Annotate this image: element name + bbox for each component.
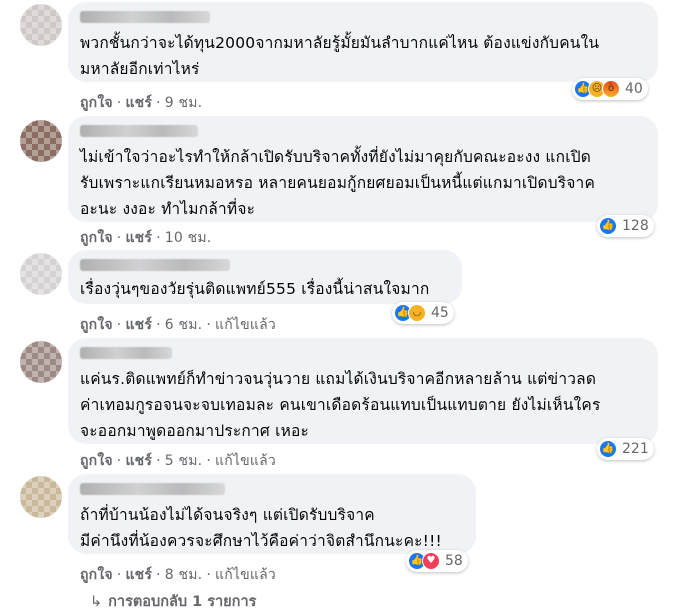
comment-line: จะออกมาพูดออกมาประกาศ เหอะ (80, 422, 310, 440)
view-replies-link[interactable]: ↳ การตอบกลับ 1 รายการ (90, 590, 256, 613)
love-icon: ♥ (422, 552, 440, 570)
reaction-count: 221 (622, 441, 649, 457)
comment-bubble: พวกชั้นกว่าจะได้ทุน2000จากมหาลัยรู้มั้ยม… (68, 2, 658, 82)
like-link[interactable]: ถูกใจ (80, 317, 113, 333)
comment-bubble: ถ้าที่บ้านน้องไม่ได้จนจริงๆ แต่เปิดรับบร… (68, 474, 476, 554)
reaction-summary[interactable]: 👍 128 (597, 215, 654, 237)
comment-line: ไม่เข้าใจว่าอะไรทำให้กล้าเปิดรับบริจาคทั… (80, 148, 592, 166)
share-link[interactable]: แชร์ (125, 317, 152, 333)
avatar[interactable] (20, 4, 62, 46)
author-name-redacted[interactable] (80, 125, 198, 137)
comment-line: อะนะ งงอะ ทำไมกล้าที่จะ (80, 200, 256, 218)
share-link[interactable]: แชร์ (125, 453, 152, 469)
comment-bubble: แค่นร.ติดแพทย์ก็ทำข่าวจนวุ่นวาย แถมได้เง… (68, 338, 658, 444)
avatar[interactable] (20, 476, 62, 518)
reaction-summary[interactable]: 👍 ☹ ò 40 (572, 78, 648, 100)
like-link[interactable]: ถูกใจ (80, 567, 113, 583)
comment-line: รับเพราะแกเรียนหมอหรอ หลายคนยอมกู้กยศยอม… (80, 174, 596, 192)
comment-line: ค่าเทอมกูรอจนจะจบเทอมละ คนเขาเดือดร้อนแท… (80, 396, 601, 414)
reaction-summary[interactable]: 👍 ◡ 45 (392, 302, 454, 324)
edited-label[interactable]: แก้ไขแล้ว (215, 567, 276, 583)
separator-dot: · (116, 95, 122, 111)
edited-label[interactable]: แก้ไขแล้ว (215, 453, 276, 469)
separator-dot: · (206, 317, 211, 333)
separator-dot: · (156, 453, 161, 469)
like-link[interactable]: ถูกใจ (80, 453, 113, 469)
edited-label[interactable]: แก้ไขแล้ว (215, 317, 276, 333)
timestamp[interactable]: 10 ชม. (165, 230, 212, 246)
comment-line: แค่นร.ติดแพทย์ก็ทำข่าวจนวุ่นวาย แถมได้เง… (80, 370, 597, 388)
comment-line: มหาลัยอีกเท่าไหร่ (80, 60, 200, 78)
comment-text: เรื่องวุ่นๆของวัยรุ่นติดแพทย์555 เรื่องน… (80, 276, 450, 302)
reaction-count: 45 (431, 305, 449, 321)
reaction-count: 58 (445, 553, 463, 569)
author-name-redacted[interactable] (80, 347, 172, 359)
separator-dot: · (116, 453, 122, 469)
reaction-count: 128 (622, 218, 649, 234)
share-link[interactable]: แชร์ (125, 567, 152, 583)
comment-actions: ถูกใจ · แชร์ · 10 ชม. (80, 227, 211, 249)
separator-dot: · (156, 95, 161, 111)
share-link[interactable]: แชร์ (125, 95, 152, 111)
like-link[interactable]: ถูกใจ (80, 230, 113, 246)
separator-dot: · (206, 567, 211, 583)
view-replies-label: การตอบกลับ 1 รายการ (108, 594, 257, 610)
separator-dot: · (116, 317, 122, 333)
like-icon: 👍 (599, 217, 617, 235)
separator-dot: · (156, 317, 161, 333)
comment-line: พวกชั้นกว่าจะได้ทุน2000จากมหาลัยรู้มั้ยม… (80, 34, 600, 52)
comment-actions: ถูกใจ · แชร์ · 9 ชม. (80, 92, 202, 114)
reaction-summary[interactable]: 👍 221 (597, 438, 654, 460)
reply-arrow-icon: ↳ (90, 594, 103, 610)
avatar[interactable] (20, 253, 62, 295)
comment-line: ถ้าที่บ้านน้องไม่ได้จนจริงๆ แต่เปิดรับบร… (80, 506, 375, 524)
comment-actions: ถูกใจ · แชร์ · 6 ชม. · แก้ไขแล้ว (80, 314, 276, 336)
comment-actions: ถูกใจ · แชร์ · 5 ชม. · แก้ไขแล้ว (80, 450, 276, 472)
comment-line: มีค่านึงที่น้องควรจะศึกษาไว้คือค่าว่าจิต… (80, 532, 442, 550)
avatar[interactable] (20, 120, 62, 162)
reaction-summary[interactable]: 👍 ♥ 58 (406, 550, 468, 572)
angry-icon: ò (602, 80, 620, 98)
comment-actions: ถูกใจ · แชร์ · 8 ชม. · แก้ไขแล้ว (80, 564, 276, 586)
like-icon: 👍 (599, 440, 617, 458)
author-name-redacted[interactable] (80, 483, 225, 495)
separator-dot: · (156, 567, 161, 583)
haha-icon: ◡ (408, 304, 426, 322)
separator-dot: · (206, 453, 211, 469)
share-link[interactable]: แชร์ (125, 230, 152, 246)
separator-dot: · (116, 230, 122, 246)
timestamp[interactable]: 9 ชม. (165, 95, 203, 111)
author-name-redacted[interactable] (80, 11, 210, 23)
timestamp[interactable]: 8 ชม. (165, 567, 203, 583)
reaction-count: 40 (625, 81, 643, 97)
author-name-redacted[interactable] (80, 259, 230, 271)
comment-line: เรื่องวุ่นๆของวัยรุ่นติดแพทย์555 เรื่องน… (80, 280, 430, 298)
separator-dot: · (116, 567, 122, 583)
timestamp[interactable]: 5 ชม. (165, 453, 203, 469)
comment-text: ไม่เข้าใจว่าอะไรทำให้กล้าเปิดรับบริจาคทั… (80, 144, 646, 222)
comment-text: แค่นร.ติดแพทย์ก็ทำข่าวจนวุ่นวาย แถมได้เง… (80, 366, 646, 444)
like-link[interactable]: ถูกใจ (80, 95, 113, 111)
comment-bubble: เรื่องวุ่นๆของวัยรุ่นติดแพทย์555 เรื่องน… (68, 250, 462, 304)
comment-bubble: ไม่เข้าใจว่าอะไรทำให้กล้าเปิดรับบริจาคทั… (68, 116, 658, 222)
comment-text: พวกชั้นกว่าจะได้ทุน2000จากมหาลัยรู้มั้ยม… (80, 30, 646, 82)
avatar[interactable] (20, 341, 62, 383)
timestamp[interactable]: 6 ชม. (165, 317, 203, 333)
comment-text: ถ้าที่บ้านน้องไม่ได้จนจริงๆ แต่เปิดรับบร… (80, 502, 464, 554)
separator-dot: · (156, 230, 161, 246)
